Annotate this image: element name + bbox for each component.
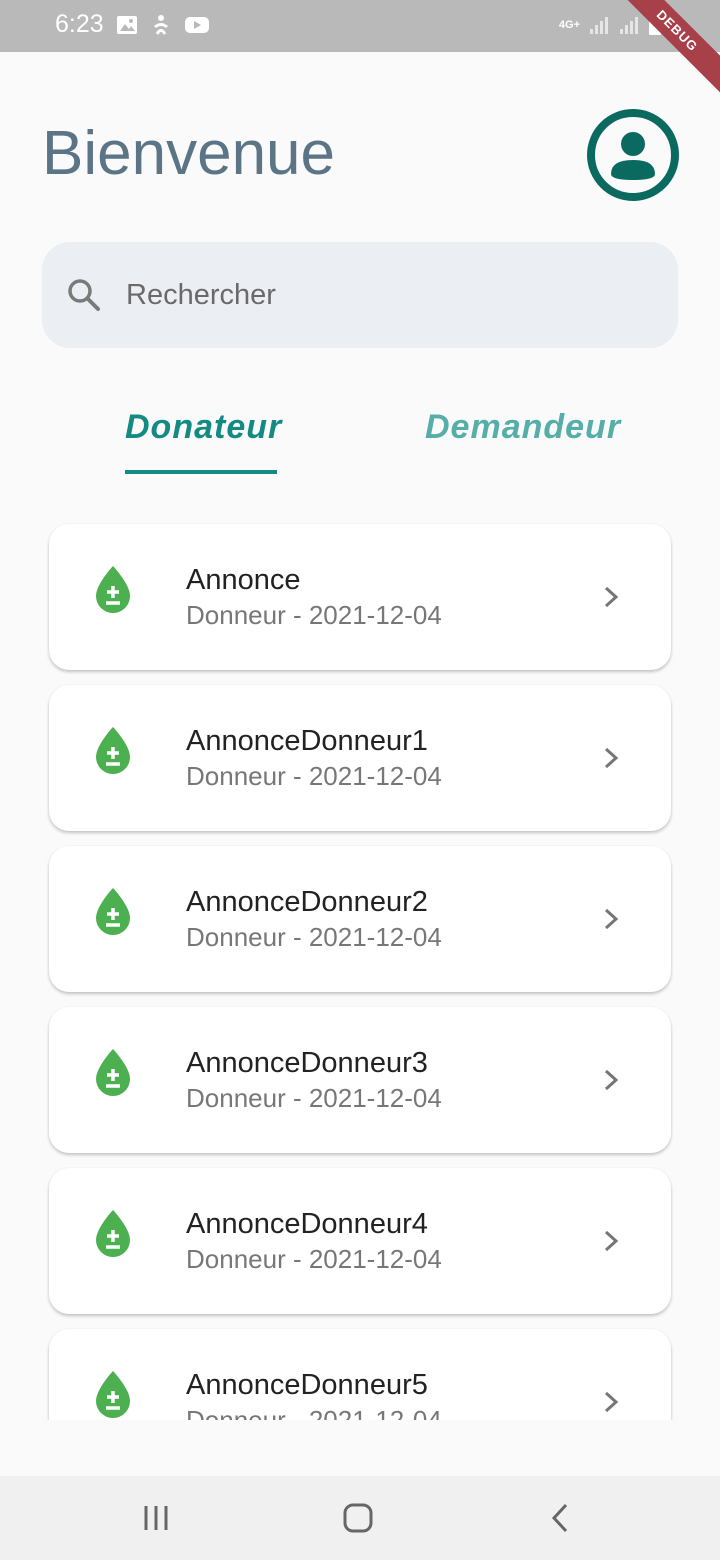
list-item[interactable]: AnnonceDonneur5 Donneur - 2021-12-04 xyxy=(49,1329,671,1420)
item-subtitle: Donneur - 2021-12-04 xyxy=(186,761,442,791)
list-item[interactable]: AnnonceDonneur4 Donneur - 2021-12-04 xyxy=(49,1168,671,1314)
list-item[interactable]: AnnonceDonneur2 Donneur - 2021-12-04 xyxy=(49,846,671,992)
item-subtitle: Donneur - 2021-12-04 xyxy=(186,1405,442,1420)
network-type: 4G+ xyxy=(558,18,580,31)
blood-drop-icon xyxy=(96,1049,130,1096)
item-title: Annonce xyxy=(186,564,301,596)
tab-indicator xyxy=(125,470,277,474)
signal-icon-2 xyxy=(620,17,638,34)
chevron-right-icon[interactable] xyxy=(601,1229,621,1253)
chevron-right-icon[interactable] xyxy=(601,907,621,931)
list-item[interactable]: Annonce Donneur - 2021-12-04 xyxy=(49,524,671,670)
list-item[interactable]: AnnonceDonneur3 Donneur - 2021-12-04 xyxy=(49,1007,671,1153)
blood-drop-icon xyxy=(96,566,130,613)
page-title: Bienvenue xyxy=(42,119,336,188)
item-subtitle: Donneur - 2021-12-04 xyxy=(186,922,442,952)
search-icon xyxy=(68,279,100,311)
chevron-right-icon[interactable] xyxy=(601,1068,621,1092)
youtube-icon xyxy=(185,17,209,33)
gallery-icon xyxy=(117,16,137,34)
back-icon[interactable] xyxy=(540,1498,580,1538)
item-title: AnnonceDonneur2 xyxy=(186,886,428,918)
item-subtitle: Donneur - 2021-12-04 xyxy=(186,1083,442,1113)
item-subtitle: Donneur - 2021-12-04 xyxy=(186,1244,442,1274)
item-title: AnnonceDonneur1 xyxy=(186,725,428,757)
search-input[interactable] xyxy=(126,270,646,320)
announcement-list[interactable]: Annonce Donneur - 2021-12-04 AnnonceDonn… xyxy=(0,510,720,1420)
recent-apps-icon[interactable] xyxy=(136,1498,176,1538)
item-subtitle: Donneur - 2021-12-04 xyxy=(186,600,442,630)
item-title: AnnonceDonneur5 xyxy=(186,1369,428,1401)
blood-drop-icon xyxy=(96,888,130,935)
status-time: 6:23 xyxy=(55,10,104,38)
system-nav-bar xyxy=(0,1476,720,1560)
tab-donateur[interactable]: Donateur xyxy=(125,408,282,447)
item-title: AnnonceDonneur4 xyxy=(186,1208,428,1240)
notification-icons xyxy=(116,14,210,36)
item-title: AnnonceDonneur3 xyxy=(186,1047,428,1079)
chevron-right-icon[interactable] xyxy=(601,746,621,770)
list-item[interactable]: AnnonceDonneur1 Donneur - 2021-12-04 xyxy=(49,685,671,831)
search-bar[interactable] xyxy=(42,242,678,348)
chevron-right-icon[interactable] xyxy=(601,585,621,609)
blood-drop-icon xyxy=(96,727,130,774)
status-bar: 6:23 4G+ DEBUG xyxy=(0,0,720,101)
chevron-right-icon[interactable] xyxy=(601,1390,621,1414)
accessibility-icon xyxy=(154,15,168,35)
blood-drop-icon xyxy=(96,1210,130,1257)
signal-icon xyxy=(590,17,608,34)
blood-drop-icon xyxy=(96,1371,130,1418)
account-circle-icon[interactable] xyxy=(586,108,680,202)
tab-demandeur[interactable]: Demandeur xyxy=(425,408,621,447)
home-icon[interactable] xyxy=(338,1498,378,1538)
